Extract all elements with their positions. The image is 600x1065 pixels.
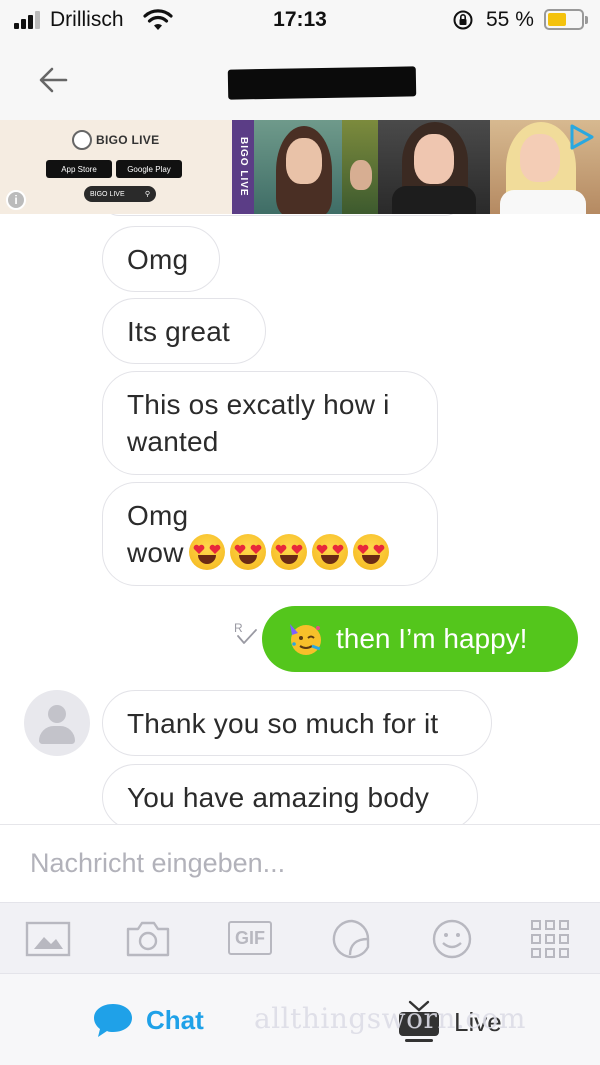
tab-live-label: Live: [454, 1006, 502, 1037]
contact-name-redacted: [227, 66, 417, 100]
search-icon: ⚲: [144, 191, 150, 198]
camera-icon[interactable]: [124, 917, 172, 961]
message-text-line: This os excatly how i: [127, 389, 390, 420]
message-text-line: wow: [127, 537, 184, 568]
info-icon[interactable]: i: [6, 190, 26, 210]
heart-eyes-emoji: [229, 534, 266, 570]
ad-photo-1: [254, 120, 350, 214]
battery-icon: [544, 9, 588, 30]
tab-chat[interactable]: Chat: [92, 1000, 204, 1040]
ad-photo-3: [378, 120, 490, 214]
message-input[interactable]: [30, 843, 570, 883]
avatar[interactable]: [24, 690, 90, 756]
arrow-left-icon[interactable]: [34, 60, 74, 100]
composer: [0, 824, 600, 902]
ad-search-pill: BIGO LIVE ⚲: [84, 186, 156, 202]
rotation-lock-icon: [453, 10, 473, 30]
tab-chat-label: Chat: [146, 1004, 204, 1035]
read-receipt-icon: R: [234, 621, 257, 644]
ad-branding: BIGO LIVE App Store Google Play BIGO LIV…: [0, 120, 232, 214]
chat-bubble-icon: [94, 1004, 132, 1037]
battery-fill: [548, 13, 566, 26]
chat-screen: Drillisch 17:13 55 % BIGO LIVE App Store…: [0, 0, 600, 1065]
heart-eyes-emoji: [311, 534, 348, 570]
apps-grid-icon[interactable]: [526, 917, 574, 961]
message-text-line: Omg: [127, 500, 189, 531]
message-text: Its great: [127, 316, 230, 347]
app-store-badge[interactable]: App Store: [46, 160, 112, 178]
battery-percent: 55 %: [486, 8, 534, 31]
message-bubble-incoming[interactable]: This os excatly how i wanted: [102, 371, 438, 475]
ad-logo: BIGO LIVE: [72, 130, 159, 150]
chat-header: [0, 40, 600, 120]
gif-label: GIF: [228, 921, 272, 955]
message-text: Thank you so much for it: [127, 708, 439, 739]
emoji-icon[interactable]: [428, 917, 476, 961]
status-bar: Drillisch 17:13 55 %: [0, 0, 600, 40]
tab-live[interactable]: Live: [396, 1000, 502, 1044]
partying-face-emoji: [290, 624, 321, 655]
tv-icon: [399, 1000, 439, 1042]
sticker-icon[interactable]: [328, 917, 376, 961]
store-badges: App Store Google Play: [46, 160, 182, 178]
message-bubble-incoming[interactable]: Omg wow: [102, 482, 438, 586]
emoji-row: [184, 534, 389, 570]
composer-toolbar: GIF: [0, 902, 600, 974]
google-play-badge[interactable]: Google Play: [116, 160, 182, 178]
ad-choices-icon[interactable]: [566, 122, 596, 152]
message-bubble-previous: [102, 214, 462, 216]
ad-vertical-label: BIGO LIVE: [232, 120, 254, 214]
message-text-line: wanted: [127, 426, 219, 457]
image-icon[interactable]: [24, 917, 72, 961]
message-bubble-outgoing[interactable]: then I’m happy!: [262, 606, 578, 672]
gif-icon[interactable]: GIF: [226, 917, 274, 961]
ad-search-label: BIGO LIVE: [90, 190, 125, 198]
heart-eyes-emoji: [188, 534, 225, 570]
heart-eyes-emoji: [352, 534, 389, 570]
message-bubble-incoming[interactable]: Omg: [102, 226, 220, 292]
ad-photo-2: [342, 120, 378, 214]
heart-eyes-emoji: [270, 534, 307, 570]
ad-banner[interactable]: BIGO LIVE App Store Google Play BIGO LIV…: [0, 120, 600, 214]
bottom-tab-bar: Chat Live: [0, 974, 600, 1065]
message-list[interactable]: Omg Its great This os excatly how i want…: [0, 214, 600, 824]
ad-brand: BIGO LIVE: [96, 133, 160, 147]
message-bubble-incoming[interactable]: Its great: [102, 298, 266, 364]
message-text: You have amazing body: [127, 782, 430, 813]
svg-text:R: R: [234, 621, 243, 635]
message-text: then I’m happy!: [336, 623, 528, 654]
message-text: Omg: [127, 244, 189, 275]
message-bubble-incoming[interactable]: Thank you so much for it: [102, 690, 492, 756]
bigo-logo-icon: [72, 130, 92, 150]
message-bubble-incoming[interactable]: You have amazing body: [102, 764, 478, 824]
